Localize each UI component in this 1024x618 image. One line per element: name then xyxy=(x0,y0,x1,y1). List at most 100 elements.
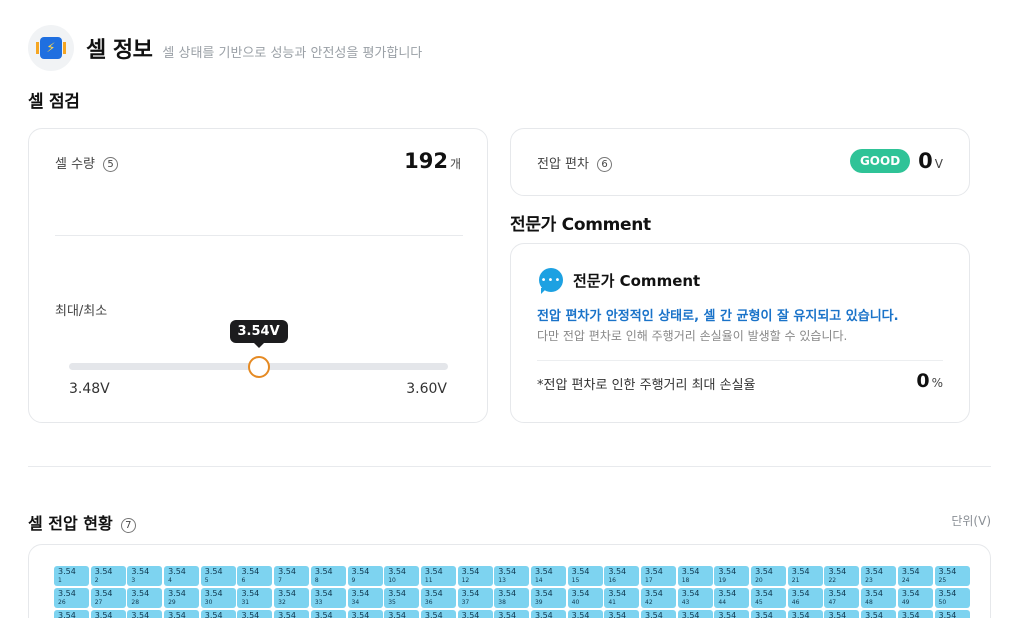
cell-voltage-item: 3.54 42 xyxy=(641,588,676,608)
deviation-label-row: 전압 편차 6 xyxy=(537,153,613,172)
cell-voltage-item: 3.54 44 xyxy=(714,588,750,608)
cell-voltage-value: 3.54 xyxy=(645,567,663,576)
cell-index: 8 xyxy=(314,577,319,584)
cell-voltage-item: 3.54 43 xyxy=(677,588,713,608)
cell-index: 7 xyxy=(278,577,282,584)
cell-voltage-value: 3.54 xyxy=(498,589,517,598)
loss-label: *전압 편차로 인한 주행거리 최대 손실율 xyxy=(537,378,756,393)
expert-divider xyxy=(537,360,943,361)
expert-card-header: ••• 전문가 Comment xyxy=(539,268,701,294)
cell-voltage-item: 3.54 49 xyxy=(897,588,933,608)
cell-index: 26 xyxy=(58,599,66,606)
cell-voltage-item: 3.54 25 xyxy=(934,566,970,586)
cell-voltage-grid: 3.54 1 3.54 2 3.54 3 3.54 4 3.54 5 3.54 6 3.54 7 3.54 8… xyxy=(54,566,970,618)
cell-index: 28 xyxy=(131,599,140,606)
cell-index: 11 xyxy=(424,577,433,584)
loss-value: 0 xyxy=(916,370,930,392)
cell-count-unit: 개 xyxy=(449,157,461,171)
expert-card-title: 전문가 Comment xyxy=(573,271,701,290)
cell-voltage-item: 3.54 36 xyxy=(420,588,456,608)
cell-voltage-value: 3.54 xyxy=(681,611,700,618)
cell-index: 35 xyxy=(388,599,396,606)
cell-voltage-item: 3.54 1 xyxy=(54,566,89,586)
cell-voltage-item: 3.54 27 xyxy=(90,588,126,608)
loss-unit: % xyxy=(931,376,943,390)
cell-voltage-item: 3.54 39 xyxy=(530,588,566,608)
cell-voltage-value: 3.54 xyxy=(571,611,590,618)
cell-voltage-item: 3.54 10 xyxy=(384,566,420,586)
cell-voltage-value: 3.54 xyxy=(608,611,627,618)
cell-index: 42 xyxy=(645,599,653,606)
cell-voltage-item: 3.54 24 xyxy=(897,566,933,586)
cell-voltage-item: 3.54 xyxy=(604,610,640,618)
info-badge-7[interactable]: 7 xyxy=(120,518,136,533)
cell-voltage-value: 3.54 xyxy=(424,567,443,576)
card-divider xyxy=(55,235,463,236)
cell-voltage-item: 3.54 19 xyxy=(714,566,750,586)
cell-index: 48 xyxy=(865,599,873,606)
cell-voltage-value: 3.54 xyxy=(498,611,517,618)
minmax-label: 최대/최소 xyxy=(55,304,108,319)
cell-index: 2 xyxy=(94,577,99,584)
cell-voltage-value: 3.54 xyxy=(351,589,370,598)
cell-index: 30 xyxy=(204,599,213,606)
cell-index: 21 xyxy=(791,577,800,584)
cell-voltage-value: 3.54 xyxy=(461,589,480,598)
cell-voltage-item: 3.54 31 xyxy=(237,588,273,608)
cell-index: 16 xyxy=(608,577,616,584)
cell-voltage-item: 3.54 14 xyxy=(530,566,566,586)
cell-index: 23 xyxy=(865,577,873,584)
cell-index: 9 xyxy=(351,577,356,584)
expert-detail: 다만 전압 편차로 인해 주행거리 손실율이 발생할 수 있습니다. xyxy=(537,329,848,343)
cell-voltage-item: 3.54 xyxy=(90,610,126,618)
info-badge-5[interactable]: 5 xyxy=(103,157,119,172)
cell-index: 5 xyxy=(204,577,209,584)
cell-index: 18 xyxy=(681,577,690,584)
cell-voltage-value: 3.54 xyxy=(718,589,737,598)
section-title-expert: 전문가 Comment xyxy=(510,215,651,235)
cell-index: 3 xyxy=(131,577,136,584)
cell-voltage-item: 3.54 22 xyxy=(824,566,860,586)
voltage-deviation-card: 전압 편차 6 GOOD 0V xyxy=(510,128,970,196)
cell-voltage-item: 3.54 17 xyxy=(641,566,676,586)
cell-voltage-item: 3.54 xyxy=(751,610,787,618)
page-title: 셀 정보 xyxy=(86,38,153,63)
cell-voltage-value: 3.54 xyxy=(828,589,847,598)
section-divider xyxy=(28,466,991,467)
cell-voltage-value: 3.54 xyxy=(314,589,333,598)
cell-index: 14 xyxy=(534,577,543,584)
cell-voltage-item: 3.54 46 xyxy=(787,588,823,608)
cell-index: 36 xyxy=(424,599,433,606)
cell-voltage-value: 3.54 xyxy=(755,589,773,598)
page-subtitle: 셀 상태를 기반으로 성능과 안전성을 평가합니다 xyxy=(162,45,423,61)
cell-voltage-value: 3.54 xyxy=(791,589,810,598)
cell-voltage-value: 3.54 xyxy=(791,611,810,618)
page-header: ⚡ 셀 정보 셀 상태를 기반으로 성능과 안전성을 평가합니다 xyxy=(28,24,422,72)
cell-voltage-item: 3.54 48 xyxy=(861,588,897,608)
cell-voltage-item: 3.54 13 xyxy=(494,566,530,586)
info-badge-6[interactable]: 6 xyxy=(597,157,613,172)
cell-voltage-value: 3.54 xyxy=(204,567,223,576)
voltage-slider-thumb[interactable] xyxy=(247,356,270,378)
cell-voltage-item: 3.54 xyxy=(457,610,493,618)
expert-comment-card: ••• 전문가 Comment 전압 편차가 안정적인 상태로, 셀 간 균형이… xyxy=(510,243,970,423)
cell-index: 17 xyxy=(645,577,653,584)
cell-voltage-value: 3.54 xyxy=(241,589,260,598)
cell-index: 50 xyxy=(938,599,947,606)
cell-voltage-value: 3.54 xyxy=(58,567,76,576)
cell-index: 34 xyxy=(351,599,360,606)
cell-index: 41 xyxy=(608,599,616,606)
cell-voltage-item: 3.54 2 xyxy=(90,566,126,586)
cell-voltage-item: 3.54 50 xyxy=(934,588,970,608)
cell-voltage-value: 3.54 xyxy=(865,567,883,576)
cell-voltage-item: 3.54 34 xyxy=(347,588,383,608)
cell-voltage-item: 3.54 xyxy=(494,610,530,618)
cell-voltage-value: 3.54 xyxy=(901,611,920,618)
cell-voltage-value: 3.54 xyxy=(938,567,957,576)
status-badge: GOOD xyxy=(849,149,911,173)
cell-voltage-value: 3.54 xyxy=(131,611,150,618)
cell-voltage-value: 3.54 xyxy=(204,611,223,618)
cell-voltage-item: 3.54 45 xyxy=(751,588,787,608)
cell-index: 15 xyxy=(571,577,580,584)
cell-voltage-value: 3.54 xyxy=(94,567,113,576)
